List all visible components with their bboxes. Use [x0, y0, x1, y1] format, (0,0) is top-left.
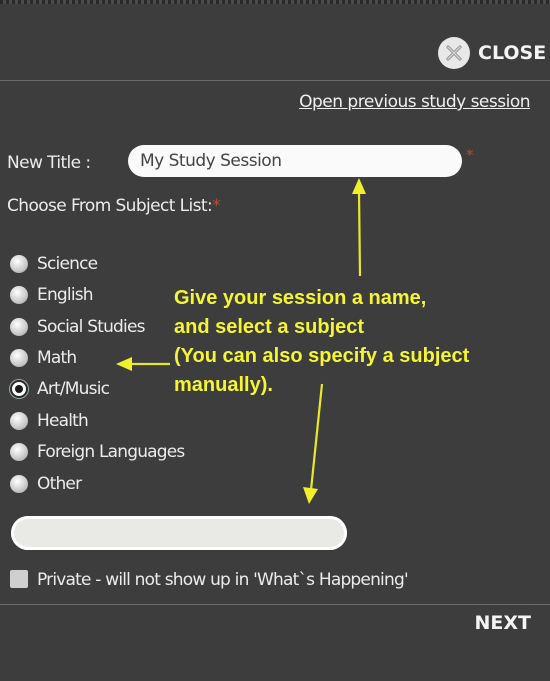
- arrow-to-custom-subject: [309, 383, 324, 491]
- arrow-head-up: [352, 178, 366, 194]
- annotation-arrows: [116, 178, 366, 504]
- arrow-head-down: [303, 487, 318, 504]
- arrow-to-title-input: [357, 191, 362, 277]
- arrow-head-left: [116, 357, 132, 371]
